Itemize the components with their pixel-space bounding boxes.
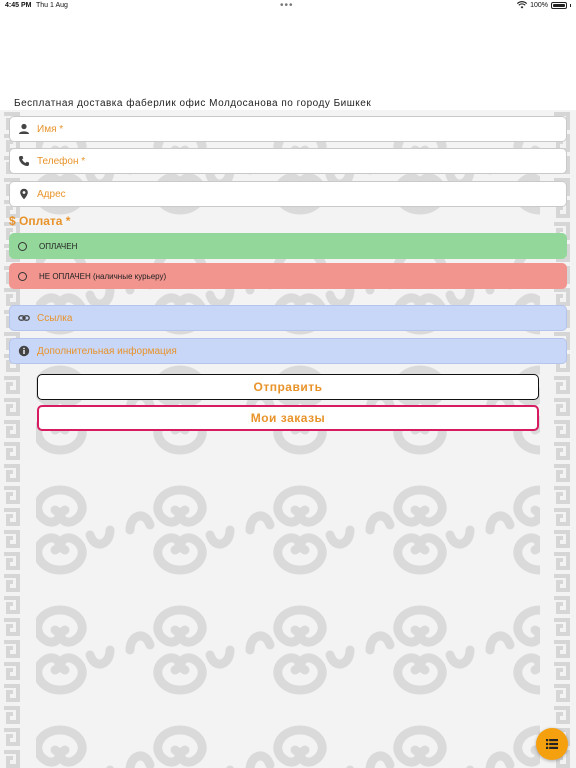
link-placeholder: Ссылка [37, 312, 73, 324]
phone-icon [18, 155, 30, 167]
option-unpaid[interactable]: НЕ ОПЛАЧЕН (наличные курьеру) [9, 263, 567, 289]
ornament-background [0, 110, 576, 768]
battery-icon [551, 1, 567, 9]
link-icon [18, 312, 30, 324]
radio-unpaid[interactable] [18, 271, 27, 281]
option-paid-label: ОПЛАЧЕН [39, 241, 78, 251]
address-placeholder: Адрес [37, 188, 66, 200]
option-unpaid-label: НЕ ОПЛАЧЕН (наличные курьеру) [39, 271, 167, 281]
battery-tip [570, 3, 571, 7]
radio-paid[interactable] [18, 241, 27, 251]
fab-button[interactable] [536, 728, 568, 760]
link-field[interactable]: Ссылка [9, 305, 567, 331]
ornament-pattern [0, 110, 576, 768]
wifi-icon [517, 1, 528, 9]
payment-label: $ Оплата * [9, 214, 71, 228]
send-button[interactable]: Отправить [37, 374, 539, 400]
phone-placeholder: Телефон * [37, 155, 86, 167]
name-field[interactable]: Имя * [9, 116, 567, 142]
info-icon [18, 345, 30, 357]
delivery-header: Бесплатная доставка фаберлик офис Молдос… [14, 98, 372, 109]
battery-percent: 100% [530, 1, 548, 9]
status-bar: 4:45 PM Thu 1 Aug ••• 100% [0, 0, 576, 14]
location-pin-icon [18, 188, 30, 200]
list-icon [546, 739, 558, 749]
address-field[interactable]: Адрес [9, 181, 567, 207]
name-placeholder: Имя * [37, 123, 64, 135]
status-date: Thu 1 Aug [36, 2, 68, 9]
phone-field[interactable]: Телефон * [9, 148, 567, 174]
info-placeholder: Дополнительная информация [37, 345, 177, 357]
option-paid[interactable]: ОПЛАЧЕН [9, 233, 567, 259]
status-time: 4:45 PM [5, 2, 32, 9]
my-orders-button[interactable]: Мои заказы [37, 405, 539, 431]
person-icon [18, 123, 30, 135]
multitasking-dots[interactable]: ••• [280, 0, 294, 11]
info-field[interactable]: Дополнительная информация [9, 338, 567, 364]
status-right: 100% [517, 1, 571, 9]
